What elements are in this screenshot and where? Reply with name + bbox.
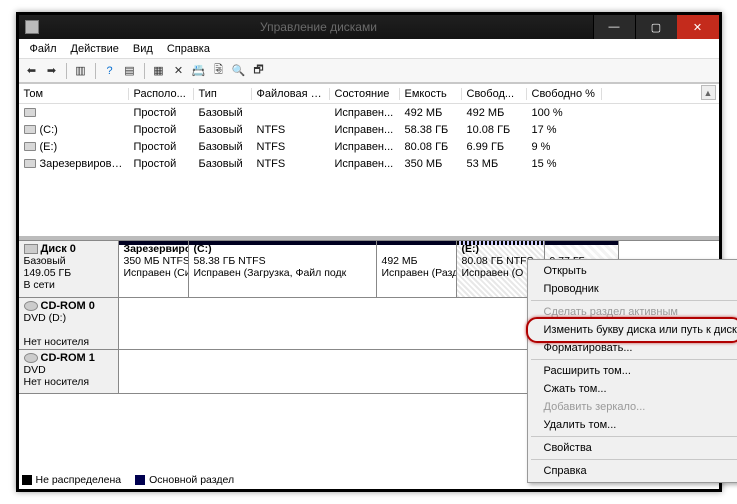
menu-view[interactable]: Вид <box>126 41 160 57</box>
table-row[interactable]: ПростойБазовыйИсправен...492 МБ492 МБ100… <box>19 104 719 121</box>
col-freepct[interactable]: Свободно % <box>527 88 602 100</box>
app-icon <box>25 20 39 34</box>
disk-icon <box>24 244 38 254</box>
toolbar: ⬅ ➡ ▥ ? ▤ ▦ ✕ 📇 🗟 🔍 🗗 <box>19 59 719 83</box>
menu-help[interactable]: Справка <box>160 41 217 57</box>
menu-file[interactable]: Файл <box>23 41 64 57</box>
legend: Не распределена Основной раздел <box>22 474 235 486</box>
col-fs[interactable]: Файловая с... <box>252 88 330 100</box>
ctx-change-letter[interactable]: Изменить букву диска или путь к диску... <box>530 321 737 339</box>
col-status[interactable]: Состояние <box>330 88 400 100</box>
col-free[interactable]: Свобод... <box>462 88 527 100</box>
table-row[interactable]: Зарезервировано...ПростойБазовыйNTFSИспр… <box>19 155 719 172</box>
ctx-explorer[interactable]: Проводник <box>530 280 737 298</box>
col-type[interactable]: Тип <box>194 88 252 100</box>
titlebar: Управление дисками — ▢ ✕ <box>19 15 719 39</box>
ctx-help[interactable]: Справка <box>530 462 737 480</box>
action-icon[interactable]: 🗟 <box>210 62 228 80</box>
forward-icon[interactable]: ➡ <box>43 62 61 80</box>
window-title: Управление дисками <box>45 20 593 34</box>
ctx-make-active: Сделать раздел активным <box>530 303 737 321</box>
menu-action[interactable]: Действие <box>64 41 126 57</box>
ctx-extend[interactable]: Расширить том... <box>530 362 737 380</box>
context-menu: Открыть Проводник Сделать раздел активны… <box>527 259 737 483</box>
col-volume[interactable]: Том <box>19 88 129 100</box>
ctx-open[interactable]: Открыть <box>530 262 737 280</box>
col-cap[interactable]: Емкость <box>400 88 462 100</box>
properties-icon[interactable]: 📇 <box>190 62 208 80</box>
ctx-format[interactable]: Форматировать... <box>530 339 737 357</box>
ctx-shrink[interactable]: Сжать том... <box>530 380 737 398</box>
back-icon[interactable]: ⬅ <box>23 62 41 80</box>
table-row[interactable]: (E:)ПростойБазовыйNTFSИсправен...80.08 Г… <box>19 138 719 155</box>
partition[interactable]: Зарезервиров350 МБ NTFSИсправен (Сис <box>119 241 189 297</box>
help-icon[interactable]: ? <box>101 62 119 80</box>
refresh-icon[interactable]: 🔍 <box>230 62 248 80</box>
cd-icon <box>24 301 38 311</box>
cdrom-1-info[interactable]: CD-ROM 1 DVD Нет носителя <box>19 350 119 393</box>
cd-icon <box>24 353 38 363</box>
close-button[interactable]: ✕ <box>677 15 719 39</box>
menubar: Файл Действие Вид Справка <box>19 39 719 59</box>
partition[interactable]: 492 МБИсправен (Разд <box>377 241 457 297</box>
partition[interactable]: (C:)58.38 ГБ NTFSИсправен (Загрузка, Фай… <box>189 241 377 297</box>
ctx-mirror: Добавить зеркало... <box>530 398 737 416</box>
maximize-button[interactable]: ▢ <box>635 15 677 39</box>
cdrom-0-info[interactable]: CD-ROM 0 DVD (D:) Нет носителя <box>19 298 119 349</box>
delete-icon[interactable]: ✕ <box>170 62 188 80</box>
ctx-delete[interactable]: Удалить том... <box>530 416 737 434</box>
table-row[interactable]: (C:)ПростойБазовыйNTFSИсправен...58.38 Г… <box>19 121 719 138</box>
minimize-button[interactable]: — <box>593 15 635 39</box>
rescan-icon[interactable]: 🗗 <box>250 62 268 80</box>
disk-0-info[interactable]: Диск 0 Базовый 149.05 ГБ В сети <box>19 241 119 297</box>
panes-icon[interactable]: ▥ <box>72 62 90 80</box>
scroll-up-icon[interactable]: ▲ <box>701 85 716 100</box>
window-frame: Управление дисками — ▢ ✕ Файл Действие В… <box>16 12 722 492</box>
ctx-properties[interactable]: Свойства <box>530 439 737 457</box>
col-layout[interactable]: Располо... <box>129 88 194 100</box>
list-icon[interactable]: ▤ <box>121 62 139 80</box>
volume-list: Том Располо... Тип Файловая с... Состоян… <box>19 83 719 240</box>
settings-icon[interactable]: ▦ <box>150 62 168 80</box>
